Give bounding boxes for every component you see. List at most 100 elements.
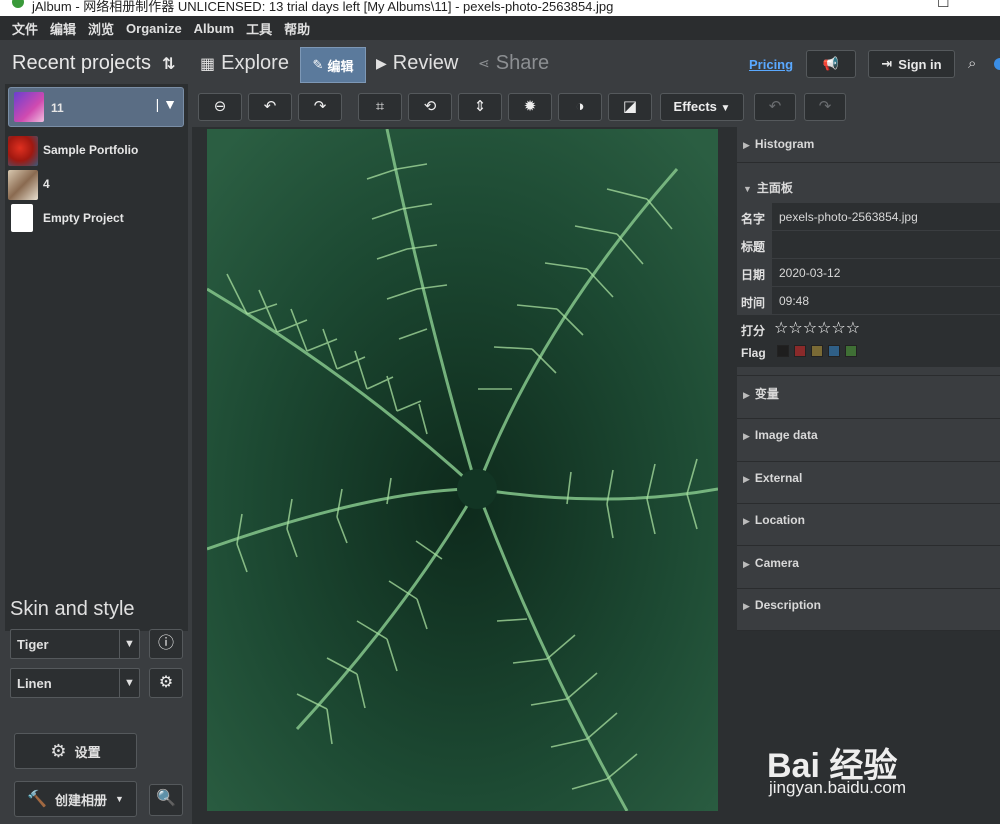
- star-icon[interactable]: ☆: [831, 320, 845, 337]
- image-viewer[interactable]: [192, 127, 737, 824]
- menu-help[interactable]: 帮助: [284, 19, 310, 38]
- rotate-right-button[interactable]: ↷: [298, 93, 342, 121]
- pricing-link[interactable]: Pricing: [749, 57, 793, 72]
- style-select[interactable]: Linen ▼: [10, 668, 140, 698]
- project-label: 4: [43, 177, 50, 191]
- straighten-icon: ⟲: [423, 98, 437, 115]
- location-section[interactable]: ▶ Location: [737, 513, 1000, 527]
- star-icon[interactable]: ☆: [774, 320, 788, 337]
- adjust-button[interactable]: ✹: [508, 93, 552, 121]
- sign-in-icon: ⇥: [881, 56, 893, 71]
- create-album-button[interactable]: 🔨 创建相册 ▼: [14, 781, 137, 817]
- star-icon[interactable]: ☆: [788, 320, 802, 337]
- project-item-11[interactable]: 11 | ▼: [8, 87, 184, 127]
- prop-date-row: 日期 2020-03-12: [737, 259, 1000, 287]
- divider: [737, 588, 1000, 589]
- title-field[interactable]: [772, 231, 1000, 258]
- menu-album[interactable]: Album: [194, 21, 234, 36]
- sign-in-button[interactable]: ⇥ Sign in: [868, 50, 955, 78]
- info-icon: ⓘ: [157, 635, 174, 652]
- section-label: Image data: [754, 428, 818, 442]
- effects-button[interactable]: Effects ▼: [660, 93, 744, 121]
- prop-key: 日期: [741, 268, 766, 282]
- project-thumbnail: [14, 92, 44, 122]
- pencil-icon: ✎: [312, 57, 324, 72]
- magnifier-icon: 🔍: [156, 790, 176, 807]
- menu-organize[interactable]: Organize: [126, 21, 182, 36]
- menu-browse[interactable]: 浏览: [88, 19, 114, 38]
- time-field[interactable]: 09:48: [772, 287, 1000, 314]
- settings-button[interactable]: ⚙ 设置: [14, 733, 137, 769]
- menu-file[interactable]: 文件: [12, 19, 38, 38]
- flag-color-swatch[interactable]: [828, 345, 840, 357]
- star-icon[interactable]: ☆: [817, 320, 831, 337]
- tab-review[interactable]: ▶ Review: [376, 52, 458, 75]
- external-section[interactable]: ▶ External: [737, 471, 1000, 485]
- star-icon[interactable]: ☆: [803, 320, 817, 337]
- search-icon[interactable]: ⌕: [968, 55, 976, 72]
- image-data-section[interactable]: ▶ Image data: [737, 428, 1000, 442]
- caret-down-icon: ▼: [115, 794, 124, 804]
- menu-bar: 文件 编辑 浏览 Organize Album 工具 帮助: [0, 16, 1000, 40]
- prop-flag-row: Flag: [737, 339, 1000, 367]
- flag-color-swatch[interactable]: [777, 345, 789, 357]
- announcements-button[interactable]: 📢: [806, 50, 856, 78]
- window-titlebar: jAlbum - 网络相册制作器 UNLICENSED: 13 trial da…: [0, 0, 1000, 16]
- histogram-section[interactable]: ▶ Histogram: [737, 137, 1000, 151]
- undo-button[interactable]: ↶: [754, 93, 796, 121]
- horizontal-scrollbar[interactable]: [192, 814, 737, 824]
- triangle-right-icon: ▶: [743, 474, 750, 484]
- zoom-out-button[interactable]: ⊖: [198, 93, 242, 121]
- project-thumbnail: [8, 170, 38, 200]
- baidu-watermark: Bai 经验 jingyan.baidu.com: [767, 718, 997, 808]
- triangle-right-icon: ▶: [743, 601, 750, 611]
- section-label: External: [754, 471, 803, 485]
- avatar[interactable]: [994, 58, 1000, 70]
- project-thumbnail: [8, 136, 38, 166]
- rotate-left-icon: ↶: [263, 98, 277, 115]
- hammer-icon: 🔨: [27, 791, 47, 808]
- skin-select[interactable]: Tiger ▼: [10, 629, 140, 659]
- menu-edit[interactable]: 编辑: [50, 19, 76, 38]
- skin-info-button[interactable]: ⓘ: [149, 629, 183, 659]
- chevron-down-icon[interactable]: | ▼: [156, 96, 177, 112]
- baidu-url: jingyan.baidu.com: [769, 778, 907, 797]
- variables-section[interactable]: ▶ 变量: [737, 385, 1000, 402]
- straighten-button[interactable]: ⟲: [408, 93, 452, 121]
- flag-color-swatch[interactable]: [811, 345, 823, 357]
- maximize-icon[interactable]: ☐: [937, 0, 950, 11]
- sign-in-label: Sign in: [898, 56, 942, 72]
- star-icon[interactable]: ☆: [846, 320, 860, 337]
- redo-button[interactable]: ↷: [804, 93, 846, 121]
- tab-share[interactable]: ⋖ Share: [478, 52, 549, 75]
- menu-tools[interactable]: 工具: [246, 19, 272, 38]
- date-field[interactable]: 2020-03-12: [772, 259, 1000, 286]
- chevron-down-icon: ▼: [119, 669, 139, 697]
- contrast-button[interactable]: ◑: [558, 93, 602, 121]
- redo-icon: ↷: [818, 98, 832, 115]
- play-icon: ▶: [376, 55, 387, 71]
- exposure-button[interactable]: ◪: [608, 93, 652, 121]
- triangle-right-icon: ▶: [743, 390, 750, 400]
- preview-button[interactable]: 🔍: [149, 784, 183, 816]
- camera-section[interactable]: ▶ Camera: [737, 556, 1000, 570]
- blank-page-icon: [11, 204, 33, 232]
- description-section[interactable]: ▶ Description: [737, 598, 1000, 612]
- prop-key: 标题: [741, 240, 766, 254]
- sort-icon[interactable]: ⇅: [162, 54, 175, 74]
- crop-button[interactable]: ⌗: [358, 93, 402, 121]
- tab-edit[interactable]: ✎ 编辑: [300, 47, 366, 83]
- rating-stars[interactable]: ☆☆☆☆☆☆: [774, 318, 860, 338]
- skin-settings-button[interactable]: ⚙: [149, 668, 183, 698]
- window-title: jAlbum - 网络相册制作器 UNLICENSED: 13 trial da…: [32, 0, 614, 14]
- flag-color-swatch[interactable]: [794, 345, 806, 357]
- tab-explore[interactable]: ▦ Explore: [200, 52, 289, 75]
- prop-title-row: 标题: [737, 231, 1000, 259]
- flip-icon: ⇕: [473, 98, 487, 115]
- main-panel-section[interactable]: ▼ 主面板: [737, 179, 1000, 196]
- name-field[interactable]: pexels-photo-2563854.jpg: [772, 203, 1000, 230]
- flag-color-swatch[interactable]: [845, 345, 857, 357]
- rotate-left-button[interactable]: ↶: [248, 93, 292, 121]
- flip-button[interactable]: ⇕: [458, 93, 502, 121]
- project-list: 11 | ▼ Sample Portfolio 4 Empty Project: [5, 84, 188, 631]
